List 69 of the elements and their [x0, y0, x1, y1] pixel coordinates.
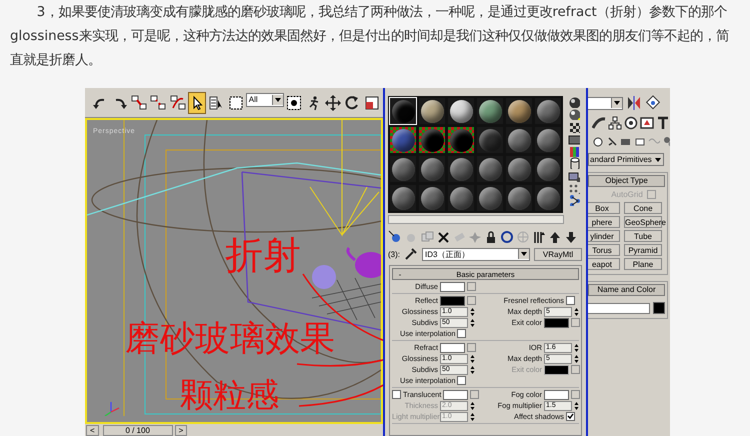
sphere-arrow-icon[interactable] [388, 230, 403, 244]
color-swatch[interactable] [440, 342, 465, 352]
cylinder-icon[interactable] [568, 157, 580, 170]
unlinked-squares-icon [150, 94, 166, 110]
checkbox[interactable] [457, 376, 466, 385]
curve-icon[interactable] [592, 116, 606, 130]
checkbox[interactable] [392, 390, 401, 399]
bound-squares-icon [170, 94, 186, 110]
tool-button[interactable] [188, 92, 206, 114]
color-bars-icon[interactable] [568, 145, 580, 158]
monitor-icon[interactable] [568, 132, 580, 145]
checkbox[interactable] [566, 412, 575, 421]
list-cursor-icon [208, 94, 224, 110]
down-arrow-icon[interactable] [564, 230, 579, 244]
vertical-bars-icon[interactable] [532, 230, 547, 244]
dropdown-arrow-icon[interactable] [518, 249, 529, 259]
spinner-arrows-icon[interactable] [574, 342, 579, 352]
spinner-arrows-icon[interactable] [574, 354, 579, 364]
material-name-dropdown[interactable]: ID3（正面） [422, 248, 530, 260]
material-type-button[interactable]: VRayMtl [534, 248, 582, 260]
category-dropdown[interactable]: andard Primitives [588, 153, 664, 166]
object-type-button[interactable]: Tube [624, 230, 662, 242]
color-swatch[interactable] [440, 296, 465, 306]
checkbox-label: AutoGrid [611, 190, 643, 199]
nodes-icon[interactable] [568, 194, 580, 206]
color-swatch[interactable] [544, 390, 569, 400]
time-slider-thumb[interactable]: 0 / 100 [102, 424, 173, 436]
linked-squares-icon [130, 94, 147, 110]
dropdown-arrow-icon [611, 98, 622, 108]
color-swatch[interactable] [443, 390, 468, 400]
article-paragraph: 3，如果要使清玻璃变成有朦胧感的磨砂玻璃呢，我总结了两种做法，一种呢，是通过更改refract（折射）参数下的那个glossiness来实现，可是呢，这种方法达的效果固然好，但是付出的时间却是我们这种仅仅做做效果图的朋友们等不起的，简直就是折磨人。 [10, 4, 730, 70]
object-type-button[interactable]: Pyramid [624, 244, 662, 256]
up-arrow-icon[interactable] [548, 230, 563, 244]
rollout-header[interactable]: Object Type [588, 175, 665, 187]
dashed-square-icon [228, 94, 244, 110]
time-slider-next-button[interactable]: > [174, 424, 188, 436]
object-type-button[interactable]: Cone [624, 202, 662, 214]
mirror-icon[interactable] [626, 95, 642, 111]
color-swatch[interactable] [440, 282, 465, 292]
rollout-header[interactable]: Name and Color [588, 284, 665, 296]
color-swatch[interactable] [544, 318, 569, 328]
horizontal-scrollbar[interactable] [388, 215, 564, 224]
spinner-arrows-icon[interactable] [574, 306, 579, 316]
hierarchy-icon[interactable] [608, 116, 622, 130]
disc-icon[interactable] [624, 116, 638, 130]
move-icon [325, 94, 342, 110]
faded-star-icon[interactable] [468, 230, 483, 244]
selection-filter-dropdown[interactable]: All [246, 92, 284, 106]
object-type-button[interactable]: Plane [624, 258, 662, 270]
spinner-arrows-icon[interactable] [470, 400, 475, 410]
spinner-arrows-icon[interactable] [574, 400, 579, 410]
rotate-icon [344, 94, 360, 110]
spinner-arrows-icon[interactable] [470, 318, 475, 328]
target-icon [286, 94, 302, 110]
spinner-arrows-icon[interactable] [470, 364, 475, 374]
checker-icon[interactable] [568, 120, 580, 133]
checkbox[interactable] [566, 296, 575, 305]
object-color-swatch[interactable] [653, 302, 665, 314]
spinner-arrows-icon[interactable] [470, 354, 475, 364]
time-slider-prev-button[interactable]: < [86, 424, 99, 436]
circle-o-icon[interactable] [500, 230, 515, 244]
slot-label: (3): [388, 250, 400, 258]
checkbox[interactable] [457, 329, 466, 338]
scale-icon [364, 94, 380, 110]
display-icon[interactable] [640, 116, 654, 130]
spinner-arrows-icon[interactable] [470, 306, 475, 316]
x-icon[interactable] [436, 230, 451, 244]
spinner-arrows-icon[interactable] [470, 412, 475, 422]
dots-icon[interactable] [568, 182, 580, 194]
